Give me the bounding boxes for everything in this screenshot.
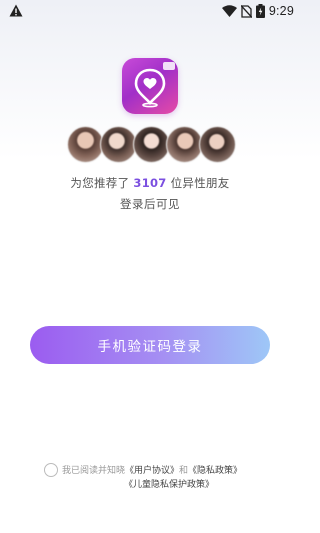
app-logo (122, 58, 178, 114)
recommend-suffix: 位异性朋友 (170, 176, 230, 190)
avatar-row (67, 126, 237, 163)
wifi-icon (221, 5, 237, 17)
avatar (166, 126, 203, 163)
no-sim-icon (240, 4, 252, 18)
logo-badge (163, 62, 175, 70)
agreement-prefix: 我已阅读并知晓 (62, 466, 126, 476)
status-icons: 9:29 (221, 3, 294, 19)
agreement-row: 我已阅读并知晓《用户协议》和《隐私政策》 《儿童隐私保护政策》 (44, 462, 284, 494)
recommend-count: 3107 (133, 176, 167, 190)
avatar (199, 126, 236, 163)
phone-code-login-button[interactable]: 手机验证码登录 (30, 326, 270, 364)
status-time: 9:29 (268, 4, 294, 18)
agreement-line-2: 《儿童隐私保护政策》 (124, 477, 214, 490)
avatar (67, 126, 104, 163)
agreement-and: 和 (179, 466, 189, 476)
agreement-line-1: 我已阅读并知晓《用户协议》和《隐私政策》 (62, 463, 242, 476)
agreement-checkbox[interactable] (44, 463, 58, 477)
privacy-policy-link[interactable]: 《隐私政策》 (188, 466, 242, 476)
avatar (100, 126, 137, 163)
visible-after-login-text: 登录后可见 (120, 197, 180, 211)
children-privacy-link[interactable]: 《儿童隐私保护政策》 (124, 480, 214, 490)
avatar (133, 126, 170, 163)
recommend-prefix: 为您推荐了 (70, 176, 130, 190)
warning-icon (9, 4, 23, 17)
status-bar: 9:29 (0, 0, 300, 22)
battery-icon (255, 4, 265, 18)
user-agreement-link[interactable]: 《用户协议》 (125, 466, 179, 476)
recommend-text: 为您推荐了 3107 位异性朋友 (0, 175, 300, 191)
